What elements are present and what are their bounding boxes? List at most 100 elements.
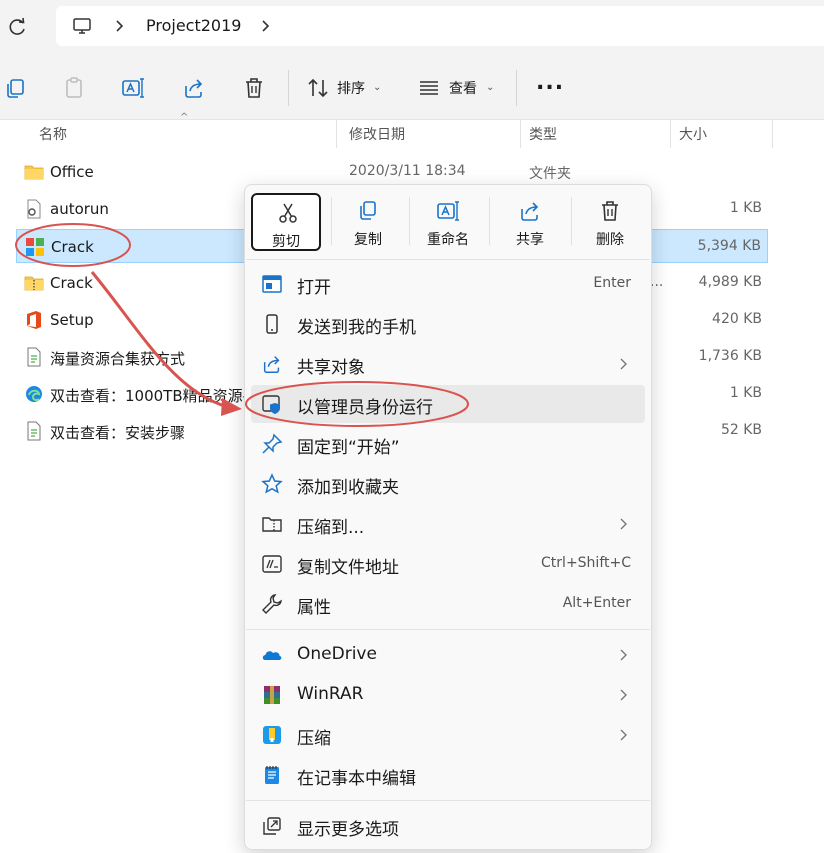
more-options-button[interactable]: ... [536,70,564,95]
this-pc-icon[interactable] [72,16,92,36]
file-size: 1,736 KB [698,348,762,364]
column-separator[interactable] [772,120,773,148]
quick-action-separator [331,197,332,245]
file-name: 双击查看：安装步骤 [50,424,186,442]
chevron-down-icon[interactable]: ⌄ [486,82,494,93]
zip-icon [262,517,282,532]
rename-icon[interactable] [121,76,145,100]
column-type[interactable]: 类型 [529,124,557,144]
text-file-icon [27,421,41,441]
file-size: 420 KB [712,311,762,327]
file-name: Setup [50,311,94,329]
share-icon[interactable] [182,76,206,100]
scissors-icon [279,203,297,223]
file-size: 1 KB [729,385,762,401]
view-button[interactable]: 查看 [449,78,477,98]
column-header: 名称 修改日期 类型 大小 [0,120,824,148]
chevron-right-icon [620,518,627,530]
edge-link-icon [26,386,42,402]
file-type: 文件夹 [529,166,571,182]
menu-item-label: 压缩到... [297,518,365,538]
menu-item-shortcut: Alt+Enter [562,595,631,611]
folder-icon [24,165,44,180]
more-options-icon [263,817,281,835]
zip-folder-icon [24,276,44,291]
address-row: Project2019 [0,0,824,56]
menu-item-label: 属性 [297,598,331,618]
menu-item-edit-in-notepad[interactable]: 在记事本中编辑 [251,756,645,794]
crack-app-icon [26,238,44,256]
paste-icon[interactable] [62,76,86,100]
toolbar-separator [516,70,517,106]
menu-item-label: 压缩 [297,729,331,749]
menu-item-run-as-admin[interactable]: 以管理员身份运行 [251,385,645,423]
breadcrumb-project[interactable]: Project2019 [146,16,241,35]
menu-item-add-to-favorites[interactable]: 添加到收藏夹 [251,465,645,503]
share-label: 共享 [516,232,544,248]
menu-item-winrar[interactable]: WinRAR [251,676,645,714]
context-menu: 剪切 复制 重命名 共享 删除 打开 Enter 发送到我的手机 共享对象 以管… [244,184,652,850]
menu-item-label: 发送到我的手机 [297,318,416,338]
file-size: 1 KB [729,200,762,216]
menu-item-onedrive[interactable]: OneDrive [251,636,645,674]
rename-button[interactable]: 重命名 [413,193,483,251]
wrench-icon [262,594,282,614]
menu-item-label: WinRAR [297,684,364,704]
phone-icon [266,314,278,334]
rename-label: 重命名 [427,232,469,248]
column-name[interactable]: 名称 [39,124,67,144]
menu-item-pin-to-start[interactable]: 固定到“开始” [251,425,645,463]
winrar-icon [264,686,280,704]
chevron-right-icon[interactable] [260,18,272,34]
column-separator[interactable] [670,120,671,148]
address-bar[interactable]: Project2019 [56,6,824,46]
menu-item-label: 共享对象 [297,358,365,378]
menu-item-label: 固定到“开始” [297,438,400,458]
compress-app-icon [263,726,281,744]
menu-item-label: 显示更多选项 [297,820,399,840]
menu-item-compress-to[interactable]: 压缩到... [251,505,645,543]
copy-path-icon [262,555,282,573]
cut-button[interactable]: 剪切 [251,193,321,251]
file-name: Crack [51,238,94,256]
menu-item-shortcut: Enter [593,275,631,291]
quick-action-separator [489,197,490,245]
menu-item-share-with[interactable]: 共享对象 [251,345,645,383]
copy-button[interactable]: 复制 [333,193,403,251]
copy-icon[interactable] [4,76,28,100]
delete-button[interactable]: 删除 [575,193,645,251]
delete-label: 删除 [596,232,624,248]
column-size[interactable]: 大小 [679,124,707,144]
column-separator[interactable] [336,120,337,148]
menu-item-show-more-options[interactable]: 显示更多选项 [251,807,645,845]
cut-label: 剪切 [272,234,300,250]
menu-item-label: 以管理员身份运行 [297,398,433,418]
delete-icon[interactable] [242,76,266,100]
menu-item-open[interactable]: 打开 Enter [251,265,645,303]
view-icon[interactable] [417,76,441,100]
file-size: 52 KB [720,422,762,438]
menu-item-compress[interactable]: 压缩 [251,716,645,754]
menu-divider [246,259,650,260]
copy-label: 复制 [354,232,382,248]
menu-item-send-to-phone[interactable]: 发送到我的手机 [251,305,645,343]
chevron-right-icon[interactable] [114,18,126,34]
column-separator[interactable] [520,120,521,148]
sort-button[interactable]: 排序 [337,78,365,98]
notepad-icon [265,766,279,784]
chevron-right-icon [620,649,627,661]
menu-item-copy-path[interactable]: 复制文件地址 Ctrl+Shift+C [251,545,645,583]
menu-item-label: 添加到收藏夹 [297,478,399,498]
chevron-down-icon[interactable]: ⌄ [373,82,381,93]
menu-item-shortcut: Ctrl+Shift+C [541,555,631,571]
toolbar-separator [288,70,289,106]
share-button[interactable]: 共享 [495,193,565,251]
admin-shield-icon [262,395,280,414]
menu-item-properties[interactable]: 属性 Alt+Enter [251,585,645,623]
refresh-icon[interactable] [6,16,28,38]
sort-icon[interactable] [306,76,330,100]
chevron-right-icon [620,689,627,701]
menu-item-label: 在记事本中编辑 [297,769,416,789]
share-icon [521,202,539,221]
column-modified[interactable]: 修改日期 [349,124,405,144]
